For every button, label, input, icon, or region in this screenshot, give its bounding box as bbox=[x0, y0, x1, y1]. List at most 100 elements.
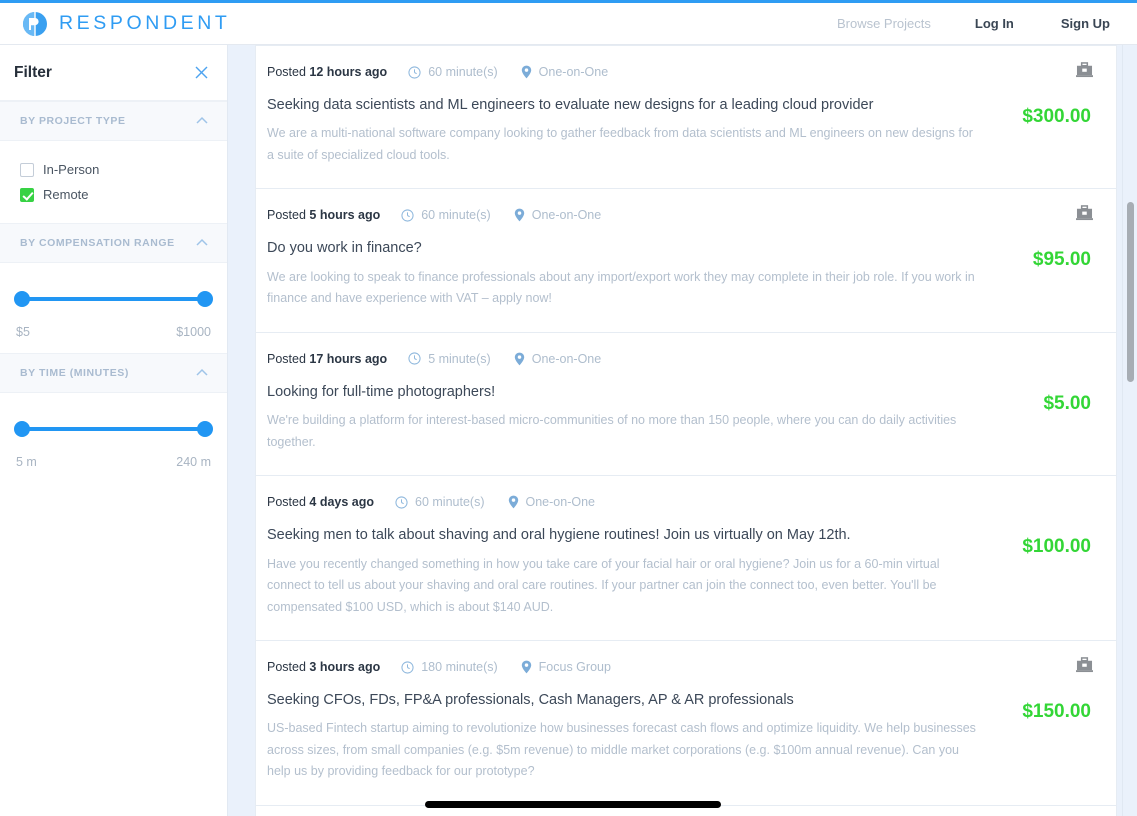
time-max-label: 240 m bbox=[176, 455, 211, 469]
location-pin-icon bbox=[521, 65, 532, 79]
project-card-meta: Posted 12 hours ago 60 minute(s) One-on-On… bbox=[267, 64, 1091, 80]
project-card[interactable]: Posted 17 hours ago 5 minute(s) One-on-One… bbox=[255, 332, 1117, 477]
duration-label: 180 minute(s) bbox=[421, 660, 498, 675]
compensation-slider-max-handle[interactable] bbox=[197, 291, 213, 307]
header-nav: Browse Projects Log In Sign Up bbox=[837, 16, 1137, 31]
compensation-slider-body: $5 $1000 bbox=[0, 263, 227, 353]
filter-section-project-type-body: In-Person Remote bbox=[0, 141, 227, 223]
project-price: $300.00 bbox=[1022, 106, 1091, 127]
filter-section-time-header[interactable]: BY TIME (MINUTES) bbox=[0, 353, 227, 393]
chevron-up-icon[interactable] bbox=[194, 365, 210, 381]
duration-label: 60 minute(s) bbox=[428, 65, 498, 79]
project-title[interactable]: Do you work in finance? bbox=[267, 240, 977, 257]
posted-label: Posted 5 hours ago bbox=[267, 208, 381, 223]
project-price: $5.00 bbox=[1043, 392, 1091, 414]
checkbox-remote[interactable] bbox=[20, 187, 34, 202]
logo[interactable]: RESPONDENT bbox=[22, 11, 230, 37]
nav-sign-up[interactable]: Sign Up bbox=[1061, 16, 1110, 31]
clock-icon bbox=[401, 209, 414, 222]
location-pin-icon bbox=[508, 495, 519, 509]
section-title: BY TIME (MINUTES) bbox=[20, 367, 129, 379]
briefcase-icon bbox=[1076, 657, 1093, 673]
project-card-texts: Seeking data scientists and ML engineers… bbox=[267, 97, 995, 166]
filter-section-compensation-header[interactable]: BY COMPENSATION RANGE bbox=[0, 223, 227, 263]
clock-icon bbox=[401, 660, 414, 674]
time-range-slider[interactable] bbox=[14, 421, 213, 437]
project-card-meta: Posted 5 hours ago 60 minute(s) One-on-One bbox=[267, 207, 1091, 223]
filter-sidebar: Filter BY PROJECT TYPE In-Person Remote … bbox=[0, 45, 228, 816]
checkbox-label: In-Person bbox=[43, 162, 100, 177]
checkbox-in-person[interactable] bbox=[20, 162, 34, 177]
location-pin-icon bbox=[521, 660, 532, 674]
project-card-texts: Looking for full-time photographers! We'r… bbox=[267, 384, 995, 453]
project-price: $95.00 bbox=[1032, 249, 1091, 271]
project-card-body: Seeking CFOs, FDs, FP&A professionals, C… bbox=[267, 692, 1091, 783]
clock-icon bbox=[408, 65, 421, 79]
vertical-scrollbar-thumb[interactable] bbox=[1127, 202, 1134, 382]
time-slider-min-handle[interactable] bbox=[14, 421, 30, 437]
compensation-max-label: $1000 bbox=[176, 325, 211, 339]
project-card-texts: Do you work in finance? We are looking to… bbox=[267, 240, 995, 309]
compensation-slider-min-handle[interactable] bbox=[14, 291, 30, 307]
project-description: Have you recently changed something in h… bbox=[267, 556, 940, 614]
filter-section-project-type-header[interactable]: BY PROJECT TYPE bbox=[0, 101, 227, 141]
time-slider-labels: 5 m 240 m bbox=[16, 455, 211, 469]
project-title[interactable]: Seeking men to talk about shaving and or… bbox=[267, 527, 977, 544]
chevron-up-icon[interactable] bbox=[194, 113, 210, 129]
time-slider-body: 5 m 240 m bbox=[0, 393, 227, 483]
project-card-texts: Seeking CFOs, FDs, FP&A professionals, C… bbox=[267, 692, 995, 783]
project-card-body: Looking for full-time photographers! We'r… bbox=[267, 384, 1091, 453]
project-card[interactable]: Posted 4 days ago 60 minute(s) One-on-One S… bbox=[255, 476, 1117, 642]
posted-label: Posted 3 hours ago bbox=[267, 660, 381, 675]
posted-value: 12 hours ago bbox=[309, 65, 388, 79]
project-card-body: Do you work in finance? We are looking to… bbox=[267, 240, 1091, 309]
nav-log-in[interactable]: Log In bbox=[975, 16, 1014, 31]
format-label: One-on-One bbox=[531, 351, 602, 366]
briefcase-icon bbox=[1076, 205, 1093, 221]
project-card-meta: Posted 17 hours ago 5 minute(s) One-on-One bbox=[267, 351, 1091, 367]
location-pin-icon bbox=[514, 352, 525, 366]
duration-label: 5 minute(s) bbox=[428, 351, 491, 366]
chevron-up-icon[interactable] bbox=[194, 235, 210, 251]
posted-value: 4 days ago bbox=[309, 495, 375, 510]
vertical-scrollbar[interactable] bbox=[1122, 45, 1137, 816]
close-icon[interactable] bbox=[192, 64, 210, 82]
posted-label: Posted 4 days ago bbox=[267, 495, 375, 510]
location-pin-icon bbox=[514, 208, 525, 222]
compensation-slider-labels: $5 $1000 bbox=[16, 325, 211, 339]
project-card-body: Seeking data scientists and ML engineers… bbox=[267, 97, 1091, 166]
clock-icon bbox=[395, 496, 408, 509]
format-label: One-on-One bbox=[538, 65, 609, 79]
project-card[interactable]: Posted 3 hours ago 180 minute(s) Focus Gro… bbox=[255, 641, 1117, 806]
project-card-list: Posted 12 hours ago 60 minute(s) One-on-On… bbox=[255, 45, 1117, 816]
filter-title: Filter bbox=[14, 63, 52, 81]
time-min-label: 5 m bbox=[16, 455, 37, 469]
project-description: US-based Fintech startup aiming to revol… bbox=[267, 721, 976, 779]
compensation-min-label: $5 bbox=[16, 325, 30, 339]
time-slider-max-handle[interactable] bbox=[197, 421, 213, 437]
posted-value: 17 hours ago bbox=[309, 351, 388, 366]
app-header: RESPONDENT Browse Projects Log In Sign U… bbox=[0, 0, 1137, 45]
checkbox-label: Remote bbox=[43, 187, 89, 202]
format-label: One-on-One bbox=[531, 208, 602, 223]
project-card[interactable]: Posted 12 hours ago 60 minute(s) One-on-On… bbox=[255, 45, 1117, 190]
project-card-texts: Seeking men to talk about shaving and or… bbox=[267, 527, 995, 618]
nav-browse-projects[interactable]: Browse Projects bbox=[837, 16, 931, 31]
checkbox-row-remote[interactable]: Remote bbox=[20, 182, 207, 207]
project-title[interactable]: Looking for full-time photographers! bbox=[267, 384, 977, 401]
project-price: $100.00 bbox=[1022, 536, 1091, 558]
project-price: $150.00 bbox=[1022, 701, 1091, 723]
project-title[interactable]: Seeking CFOs, FDs, FP&A professionals, C… bbox=[267, 692, 977, 709]
checkbox-row-in-person[interactable]: In-Person bbox=[20, 157, 207, 182]
horizontal-scrollbar-thumb[interactable] bbox=[425, 801, 721, 808]
project-card[interactable]: Posted 5 hours ago 60 minute(s) One-on-One… bbox=[255, 189, 1117, 333]
project-description: We are looking to speak to finance profe… bbox=[267, 269, 975, 306]
posted-value: 3 hours ago bbox=[309, 660, 381, 675]
compensation-range-slider[interactable] bbox=[14, 291, 213, 307]
briefcase-icon bbox=[1076, 62, 1093, 78]
project-description: We are a multi-national software company… bbox=[267, 126, 973, 162]
posted-value: 5 hours ago bbox=[309, 208, 381, 223]
project-title[interactable]: Seeking data scientists and ML engineers… bbox=[267, 97, 977, 114]
duration-label: 60 minute(s) bbox=[415, 495, 485, 510]
posted-label: Posted 12 hours ago bbox=[267, 65, 388, 79]
